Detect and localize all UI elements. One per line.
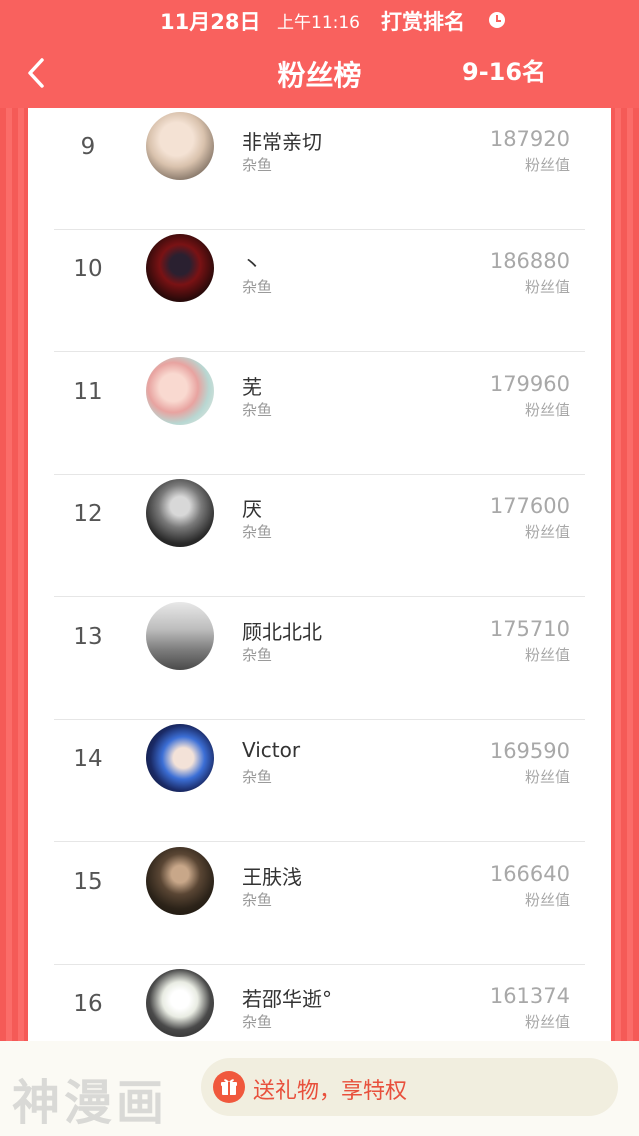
avatar[interactable]: [146, 357, 214, 425]
divider: [54, 596, 585, 597]
avatar[interactable]: [146, 602, 214, 670]
ranking-row[interactable]: 11 芜 杂鱼 179960 粉丝值: [28, 353, 611, 475]
avatar[interactable]: [146, 479, 214, 547]
user-level: 杂鱼: [242, 891, 273, 909]
fan-value-unit: 粉丝值: [524, 156, 570, 174]
decorative-stripe-left: [0, 108, 30, 1136]
gift-icon: [213, 1071, 245, 1103]
rank-number: 9: [80, 134, 96, 160]
avatar[interactable]: [146, 847, 214, 915]
ranking-row[interactable]: 15 王肤浅 杂鱼 166640 粉丝值: [28, 843, 611, 965]
user-name: 王肤浅: [242, 865, 302, 889]
rank-number: 11: [73, 379, 103, 405]
user-level: 杂鱼: [242, 401, 273, 419]
avatar[interactable]: [146, 112, 214, 180]
ranking-row[interactable]: 12 厌 杂鱼 177600 粉丝值: [28, 475, 611, 597]
ranking-row[interactable]: 9 非常亲切 杂鱼 187920 粉丝值: [28, 108, 611, 230]
user-level: 杂鱼: [242, 1013, 273, 1031]
fan-value-unit: 粉丝值: [524, 768, 570, 786]
user-level: 杂鱼: [242, 646, 273, 664]
send-gift-label: 送礼物，享特权: [253, 1079, 408, 1104]
user-name: 厌: [242, 497, 262, 521]
ranking-row[interactable]: 16 若邵华逝° 杂鱼 161374 粉丝值: [28, 965, 611, 1043]
bottom-bar: 神漫画 送礼物，享特权: [0, 1041, 639, 1136]
rank-number: 10: [73, 256, 103, 282]
rank-number: 15: [73, 869, 103, 895]
fan-value-unit: 粉丝值: [524, 891, 570, 909]
fan-value-unit: 粉丝值: [524, 646, 570, 664]
status-title: 打赏排名: [381, 10, 465, 34]
avatar[interactable]: [146, 724, 214, 792]
fan-value: 161374: [489, 984, 570, 1008]
fan-value: 166640: [489, 862, 570, 886]
fan-value: 169590: [489, 739, 570, 763]
send-gift-button[interactable]: 送礼物，享特权: [201, 1058, 618, 1116]
user-name: 芜: [242, 375, 262, 399]
divider: [54, 841, 585, 842]
ranking-list: 9 非常亲切 杂鱼 187920 粉丝值 10 丶 杂鱼 186880 粉丝值 …: [28, 108, 611, 1043]
fan-value: 187920: [489, 127, 570, 151]
user-name: 丶: [242, 252, 262, 276]
ranking-row[interactable]: 13 顾北北北 杂鱼 175710 粉丝值: [28, 598, 611, 720]
alarm-clock-icon: [489, 12, 505, 28]
fan-value: 177600: [489, 494, 570, 518]
user-name: Victor: [242, 738, 301, 762]
divider: [54, 351, 585, 352]
fan-value-unit: 粉丝值: [524, 1013, 570, 1031]
fan-value: 175710: [489, 617, 570, 641]
fan-value-unit: 粉丝值: [524, 278, 570, 296]
fan-value: 186880: [489, 249, 570, 273]
user-level: 杂鱼: [242, 156, 273, 174]
fan-value-unit: 粉丝值: [524, 523, 570, 541]
status-bar: 11月28日 上午11:16 打赏排名: [0, 4, 639, 36]
ranking-row[interactable]: 10 丶 杂鱼 186880 粉丝值: [28, 230, 611, 352]
rank-range-label: 9-16名: [462, 58, 547, 86]
avatar[interactable]: [146, 234, 214, 302]
fan-value: 179960: [489, 372, 570, 396]
app-watermark-logo: 神漫画: [12, 1075, 169, 1131]
decorative-stripe-right: [609, 108, 639, 1136]
rank-number: 12: [73, 501, 103, 527]
ranking-row[interactable]: 14 Victor 杂鱼 169590 粉丝值: [28, 720, 611, 842]
user-name: 非常亲切: [242, 130, 322, 154]
avatar[interactable]: [146, 969, 214, 1037]
rank-number: 13: [73, 624, 103, 650]
user-level: 杂鱼: [242, 523, 273, 541]
fan-value-unit: 粉丝值: [524, 401, 570, 419]
user-level: 杂鱼: [242, 768, 273, 786]
status-date: 11月28日: [160, 10, 261, 34]
user-name: 若邵华逝°: [242, 987, 332, 1011]
header: 11月28日 上午11:16 打赏排名 粉丝榜 9-16名: [0, 0, 639, 108]
user-name: 顾北北北: [242, 620, 322, 644]
rank-number: 14: [73, 746, 103, 772]
rank-number: 16: [73, 991, 103, 1017]
status-time: 上午11:16: [277, 13, 360, 33]
user-level: 杂鱼: [242, 278, 273, 296]
